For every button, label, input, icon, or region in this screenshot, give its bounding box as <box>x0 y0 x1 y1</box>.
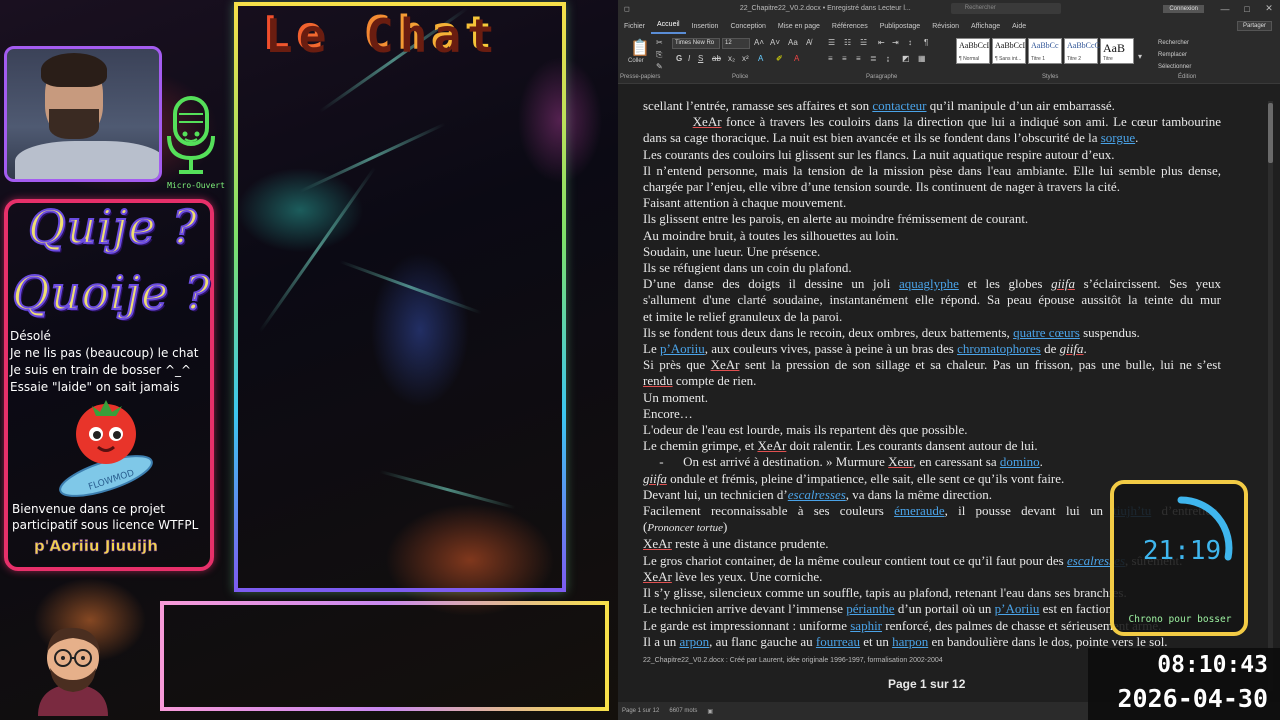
chat-title: Le Chat <box>262 6 498 60</box>
microphone-icon <box>167 96 215 174</box>
page-indicator: Page 1 sur 12 <box>888 677 966 691</box>
align-center-icon[interactable]: ≡ <box>842 54 847 63</box>
line-spacing-icon[interactable]: ↨ <box>886 54 890 63</box>
font-name-select[interactable]: Times New Ro <box>672 38 720 49</box>
welcome-line: Bienvenue dans ce projet <box>12 502 165 516</box>
highlight-icon[interactable]: ✐ <box>776 54 783 63</box>
tab-affichage[interactable]: Affichage <box>965 23 1006 34</box>
format-painter-icon[interactable]: ✎ <box>656 62 663 71</box>
info-line: Je ne lis pas (beaucoup) le chat <box>10 346 199 360</box>
status-word-count[interactable]: 6607 mots <box>669 708 697 714</box>
tab-mise-en-page[interactable]: Mise en page <box>772 23 826 34</box>
info-line: Désolé <box>10 329 51 343</box>
italic-icon[interactable]: I <box>688 54 690 63</box>
superscript-icon[interactable]: x² <box>742 54 749 63</box>
borders-icon[interactable]: ▦ <box>918 54 926 63</box>
tab-conception[interactable]: Conception <box>724 23 771 34</box>
clock-widget: 08:10:43 2026-04-30 <box>1088 648 1280 720</box>
document-footer: 22_Chapitre22_V0.2.docx : Créé par Laure… <box>643 657 943 664</box>
scroll-thumb[interactable] <box>1268 103 1273 163</box>
share-button[interactable]: Partager <box>1236 21 1272 31</box>
select-button[interactable]: Sélectionner <box>1158 64 1191 70</box>
cut-icon[interactable]: ✂ <box>656 38 663 47</box>
chat-frame <box>234 2 566 592</box>
group-label-clipboard: Presse-papiers <box>620 74 661 80</box>
find-button[interactable]: Rechercher <box>1158 40 1189 46</box>
chrono-time: 21:19 <box>1142 536 1222 566</box>
tab-revision[interactable]: Révision <box>926 23 965 34</box>
tab-references[interactable]: Références <box>826 23 874 34</box>
proofing-icon[interactable]: ▣ <box>707 708 713 715</box>
align-left-icon[interactable]: ≡ <box>828 54 833 63</box>
streamer-signature: p'Aoriiu Jiuuijh <box>34 537 158 556</box>
bullets-icon[interactable]: ☰ <box>828 38 835 47</box>
group-label-styles: Styles <box>1042 74 1059 80</box>
autosave-icon[interactable]: ◻ <box>624 5 630 13</box>
font-color-icon[interactable]: A <box>794 54 799 63</box>
change-case-icon[interactable]: Aa <box>788 38 798 47</box>
style-title[interactable]: AaB Titre <box>1100 38 1134 64</box>
tab-fichier[interactable]: Fichier <box>618 23 651 34</box>
group-label-paragraph: Paragraphe <box>866 74 898 80</box>
close-button[interactable]: ✕ <box>1258 3 1280 14</box>
copy-icon[interactable]: ⎘ <box>656 50 662 60</box>
numbering-icon[interactable]: ☷ <box>844 38 851 47</box>
maximize-button[interactable]: □ <box>1236 4 1258 14</box>
style-heading-2[interactable]: AaBbCcC Titre 2 <box>1064 38 1100 64</box>
ribbon-tabs: Fichier Accueil Insertion Conception Mis… <box>618 17 1280 34</box>
font-size-select[interactable]: 12 <box>722 38 750 49</box>
grow-font-icon[interactable]: A˄ <box>754 38 764 47</box>
ribbon: 📋 Coller ✂ ⎘ ✎ Times New Ro 12 A˄ A˅ Aa … <box>618 34 1280 84</box>
search-input[interactable]: Rechercher <box>950 3 1061 14</box>
chrono-label: Chrono pour bosser <box>1128 614 1232 625</box>
style-no-spacing[interactable]: AaBbCcI ¶ Sans int... <box>992 38 1026 64</box>
justify-icon[interactable]: ≣ <box>870 54 877 63</box>
tomato-mascot-icon: FLOWMOD <box>59 400 153 497</box>
replace-button[interactable]: Remplacer <box>1158 52 1187 58</box>
style-heading-1[interactable]: AaBbCc Titre 1 <box>1028 38 1062 64</box>
status-page[interactable]: Page 1 sur 12 <box>622 708 659 714</box>
quiz-heading-1: Quije ? <box>27 199 198 255</box>
styles-more-icon[interactable]: ▾ <box>1138 52 1142 61</box>
info-line: Je suis en train de bosser ^_^ <box>10 363 192 377</box>
minimize-button[interactable]: — <box>1214 4 1236 14</box>
document-title: 22_Chapitre22_V0.2.docx • Enregistré dan… <box>739 5 911 12</box>
scroll-track[interactable] <box>1268 101 1273 691</box>
tab-aide[interactable]: Aide <box>1006 23 1032 34</box>
underline-icon[interactable]: S <box>698 54 703 63</box>
title-bar: ◻ 22_Chapitre22_V0.2.docx • Enregistré d… <box>618 0 1280 17</box>
webcam-feed <box>4 46 162 182</box>
increase-indent-icon[interactable]: ⇥ <box>892 38 899 47</box>
clock-time: 08:10:43 <box>1157 652 1268 678</box>
bottom-frame <box>160 601 609 711</box>
quiz-heading-2: Quoije ? <box>11 265 211 321</box>
welcome-line: participatif sous licence WTFPL <box>12 518 199 532</box>
bold-icon[interactable]: G <box>676 54 682 63</box>
shrink-font-icon[interactable]: A˅ <box>770 38 780 47</box>
text-effect-icon[interactable]: A <box>758 54 763 63</box>
chrono-widget: 21:19 Chrono pour bosser <box>1110 480 1248 636</box>
tab-accueil[interactable]: Accueil <box>651 21 686 34</box>
clock-date: 2026-04-30 <box>1117 684 1268 713</box>
strike-icon[interactable]: ab <box>712 54 721 63</box>
tab-publipostage[interactable]: Publipostage <box>874 23 926 34</box>
tab-insertion[interactable]: Insertion <box>686 23 725 34</box>
stream-screen: Le Chat Micro-Ouvert Quije ? Quoije ? Dé… <box>0 0 1280 720</box>
mic-status-label: Micro-Ouvert <box>167 181 225 190</box>
group-label-font: Police <box>732 74 749 80</box>
paste-icon[interactable]: 📋 <box>630 38 650 58</box>
group-label-editing: Édition <box>1178 74 1197 80</box>
style-normal[interactable]: AaBbCcI ¶ Normal <box>956 38 990 64</box>
pilcrow-icon[interactable]: ¶ <box>924 38 928 47</box>
paste-label[interactable]: Coller <box>628 58 644 64</box>
multilevel-icon[interactable]: ☱ <box>860 38 867 47</box>
sort-icon[interactable]: ↕ <box>908 38 912 47</box>
shading-icon[interactable]: ◩ <box>902 54 910 63</box>
subscript-icon[interactable]: x₂ <box>728 54 735 63</box>
align-right-icon[interactable]: ≡ <box>856 54 861 63</box>
clear-format-icon[interactable]: A̸ <box>806 38 811 47</box>
cartoon-avatar-icon <box>38 627 108 716</box>
connect-button[interactable]: Connexion <box>1163 4 1204 13</box>
decrease-indent-icon[interactable]: ⇤ <box>878 38 885 47</box>
